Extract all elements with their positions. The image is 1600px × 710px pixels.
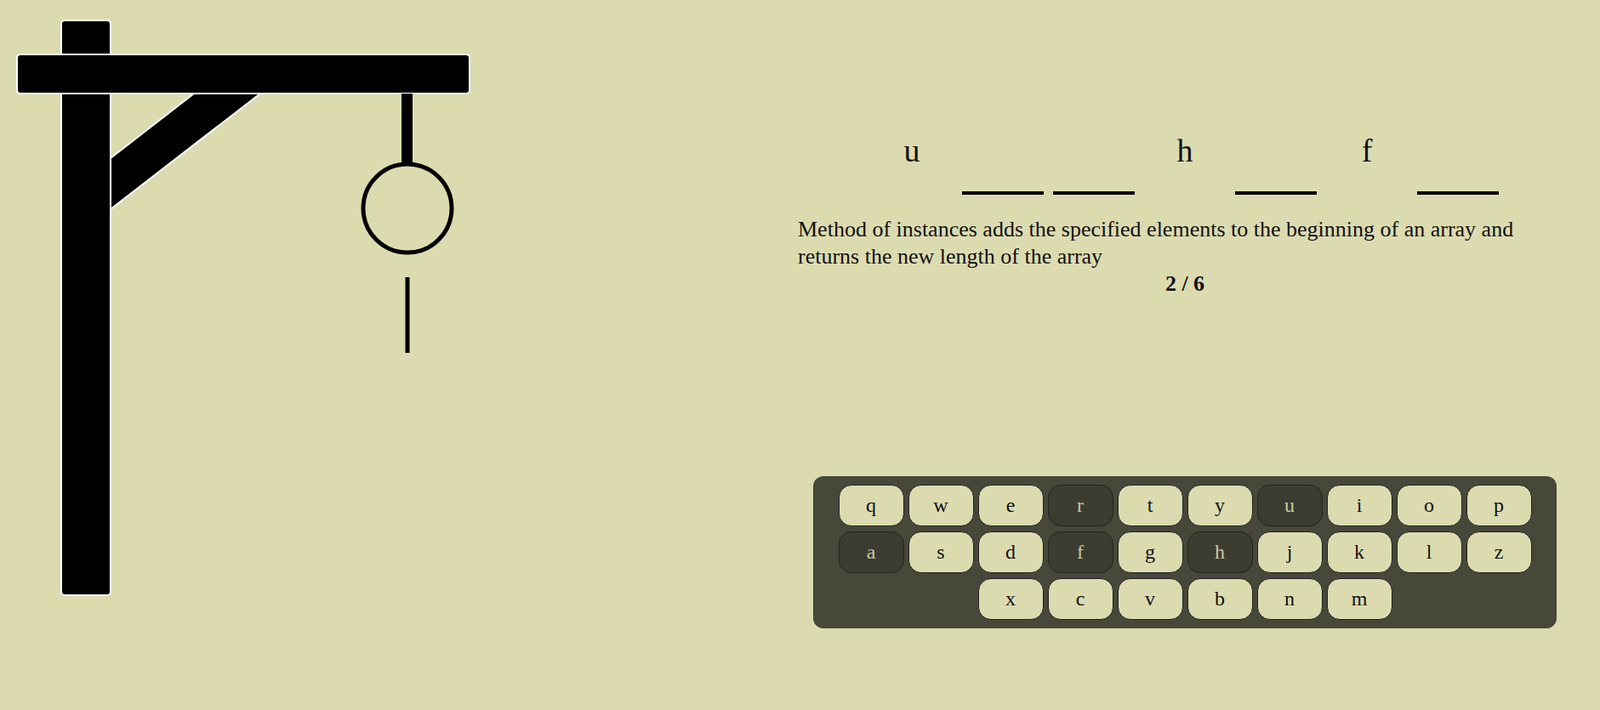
key[interactable]: r bbox=[1047, 484, 1114, 527]
head-icon bbox=[363, 164, 452, 253]
key[interactable]: f bbox=[1047, 531, 1114, 574]
key[interactable]: g bbox=[1117, 531, 1184, 574]
key[interactable]: c bbox=[1047, 578, 1114, 621]
letter-slot: u bbox=[871, 119, 953, 195]
letter-slot: f bbox=[1326, 119, 1408, 195]
key[interactable]: h bbox=[1187, 531, 1253, 574]
hangman-page: uhfMethod of instances adds the specifie… bbox=[0, 0, 1600, 710]
hint: Method of instances adds the specified e… bbox=[797, 216, 1572, 271]
letter-slot bbox=[1235, 119, 1317, 195]
letter-slot bbox=[1417, 119, 1499, 195]
mistake-counter: 2 / 6 bbox=[797, 270, 1572, 298]
key[interactable]: x bbox=[978, 578, 1044, 621]
key[interactable]: w bbox=[908, 484, 974, 527]
key[interactable]: i bbox=[1326, 484, 1393, 527]
key[interactable]: q bbox=[838, 484, 905, 527]
key[interactable]: b bbox=[1187, 578, 1253, 621]
key[interactable]: n bbox=[1257, 578, 1323, 621]
letter-slot bbox=[1053, 119, 1135, 195]
key[interactable]: a bbox=[838, 531, 905, 574]
letter-slot: h bbox=[1144, 119, 1226, 195]
key[interactable]: o bbox=[1396, 484, 1463, 527]
key[interactable]: e bbox=[978, 484, 1044, 527]
key[interactable]: u bbox=[1257, 484, 1323, 527]
body-icon bbox=[405, 277, 410, 354]
key[interactable]: v bbox=[1117, 578, 1184, 621]
key[interactable]: j bbox=[1257, 531, 1323, 574]
key[interactable]: y bbox=[1187, 484, 1253, 527]
key[interactable]: l bbox=[1396, 531, 1463, 574]
key[interactable]: s bbox=[908, 531, 974, 574]
letter-slot bbox=[962, 119, 1044, 195]
key[interactable]: k bbox=[1326, 531, 1393, 574]
gallows-icon bbox=[0, 0, 511, 613]
key[interactable]: d bbox=[978, 531, 1044, 574]
key[interactable]: p bbox=[1466, 484, 1532, 527]
keyboard-row: qwertyuiop bbox=[837, 484, 1533, 527]
keyboard: qwertyuiopasdfghjklzxcvbnm bbox=[813, 476, 1557, 629]
key[interactable]: z bbox=[1466, 531, 1532, 574]
game-panel: uhfMethod of instances adds the specifie… bbox=[797, 0, 1572, 710]
key[interactable]: t bbox=[1117, 484, 1184, 527]
keyboard-row: asdfghjklz bbox=[837, 531, 1533, 574]
key[interactable]: m bbox=[1326, 578, 1393, 621]
word: uhf bbox=[797, 119, 1572, 195]
keyboard-row: xcvbnm bbox=[837, 578, 1533, 621]
